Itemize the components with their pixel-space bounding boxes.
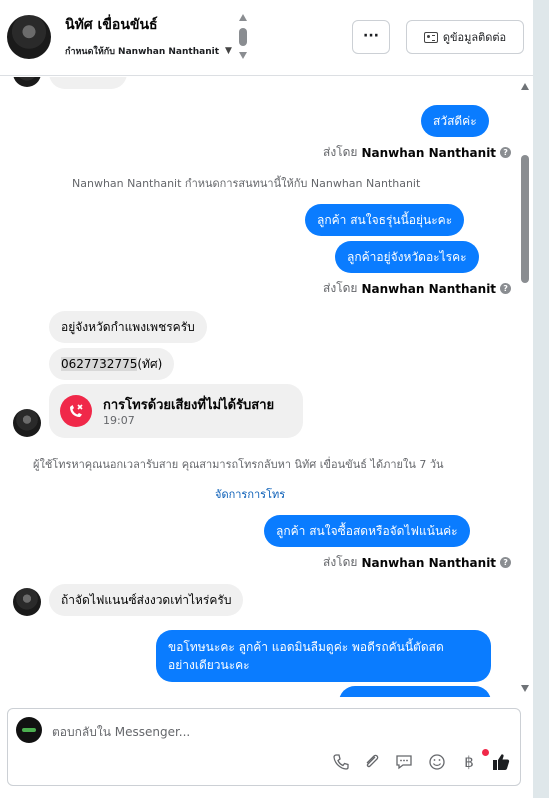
sent-by-label: ส่งโดย [323, 145, 358, 159]
header-scroll-control[interactable] [236, 14, 250, 60]
contact-avatar[interactable] [7, 15, 51, 59]
like-icon[interactable] [490, 751, 512, 773]
outgoing-message-multiline[interactable]: ขอโทษนะคะ ลูกค้า แอดมินลืมดูค่ะ พอดีรถคั… [156, 630, 491, 682]
view-contact-button[interactable]: ดูข้อมูลติดต่อ [406, 20, 524, 54]
help-icon[interactable]: ? [500, 147, 512, 158]
sent-by-info: ส่งโดย Nanwhan Nanthanit ? [323, 553, 512, 572]
incoming-message[interactable]: 0627732775(ทัศ) [49, 348, 175, 380]
chevron-down-icon[interactable] [239, 52, 247, 59]
attachment-icon[interactable] [361, 751, 383, 773]
page-avatar [16, 717, 42, 743]
caret-down-icon: ▼ [225, 46, 232, 56]
outgoing-message[interactable]: ลูกค้าอยู่จังหวัดอะไรคะ [335, 241, 479, 273]
window-edge [533, 0, 549, 798]
contact-avatar-small [13, 77, 41, 87]
outgoing-message[interactable]: สวัสดีค่ะ [421, 105, 489, 137]
message-line: อย่างเดียวนะคะ [168, 658, 250, 672]
baht-icon[interactable]: ฿ [458, 751, 480, 773]
phone-suffix: (ทัศ) [137, 357, 163, 371]
view-contact-label: ดูข้อมูลติดต่อ [442, 31, 507, 44]
phone-number[interactable]: 0627732775 [61, 357, 138, 371]
sent-by-info: ส่งโดย Nanwhan Nanthanit ? [323, 279, 512, 298]
chevron-up-icon[interactable] [239, 14, 247, 21]
help-icon[interactable]: ? [500, 557, 512, 568]
outgoing-message[interactable]: ลูกค้า สนใจซื้อสดหรือจัดไฟแน้นค่ะ [264, 515, 470, 547]
chat-icon[interactable] [393, 751, 415, 773]
missed-call-icon [60, 395, 92, 427]
incoming-message[interactable]: ถ้าจัดไฟแนนซ์ส่งงวดเท่าไหร่ครับ [49, 584, 244, 616]
contact-avatar-small[interactable] [13, 409, 41, 437]
sender-name: Nanwhan Nanthanit [361, 555, 497, 570]
reply-composer: ฿ [7, 708, 521, 786]
message-line: ขอโทษนะคะ ลูกค้า แอดมินลืมดูค่ะ พอดีรถคั… [168, 640, 444, 654]
contact-avatar-small[interactable] [13, 588, 41, 616]
sent-by-label: ส่งโดย [323, 281, 358, 295]
message-list[interactable]: สวัสดีค่ะ ส่งโดย Nanwhan Nanthanit ? Nan… [0, 77, 517, 697]
notification-dot [482, 749, 489, 756]
contact-card-icon [423, 31, 438, 43]
more-options-button[interactable]: ··· [352, 20, 390, 54]
assignment-label: กำหนดให้กับ Nanwhan Nanthanit [65, 47, 219, 57]
outgoing-message-partial [339, 686, 491, 697]
system-assign-notice: Nanwhan Nanthanit กำหนดการสนทนานี้ให้กับ… [72, 177, 421, 190]
missed-call-title: การโทรด้วยเสียงที่ไม่ได้รับสาย [103, 398, 275, 413]
missed-call-card[interactable]: การโทรด้วยเสียงที่ไม่ได้รับสาย 19:07 [49, 384, 303, 438]
sent-by-label: ส่งโดย [323, 555, 358, 569]
scroll-up-icon[interactable] [521, 83, 529, 90]
emoji-icon[interactable] [426, 751, 448, 773]
sender-name: Nanwhan Nanthanit [361, 145, 497, 160]
missed-call-time: 19:07 [103, 414, 135, 427]
header-scroll-thumb[interactable] [239, 28, 247, 46]
outgoing-message[interactable]: ลูกค้า สนใจธรุ่นนี้อยุ่นะคะ [305, 204, 465, 236]
scroll-down-icon[interactable] [521, 685, 529, 692]
scroll-thumb[interactable] [521, 155, 529, 283]
reply-input[interactable] [52, 721, 492, 743]
conversation-header: นิทัศ เขื่อนขันธ์ กำหนดให้กับ Nanwhan Na… [0, 0, 533, 76]
conversation-panel: นิทัศ เขื่อนขันธ์ กำหนดให้กับ Nanwhan Na… [0, 0, 533, 798]
phone-icon[interactable] [330, 751, 352, 773]
contact-name[interactable]: นิทัศ เขื่อนขันธ์ [65, 14, 158, 36]
incoming-message-partial [49, 77, 127, 89]
sender-name: Nanwhan Nanthanit [361, 281, 497, 296]
manage-calls-link[interactable]: จัดการการโทร [215, 485, 285, 503]
call-notice: ผู้ใช้โทรหาคุณนอกเวลารับสาย คุณสามารถโทร… [33, 458, 444, 471]
incoming-message[interactable]: อยู่จังหวัดกำแพงเพชรครับ [49, 311, 207, 343]
assignment-dropdown[interactable]: กำหนดให้กับ Nanwhan Nanthanit ▼ [65, 44, 232, 58]
help-icon[interactable]: ? [500, 283, 512, 294]
conversation-scrollbar[interactable] [517, 77, 533, 697]
sent-by-info: ส่งโดย Nanwhan Nanthanit ? [323, 143, 512, 162]
